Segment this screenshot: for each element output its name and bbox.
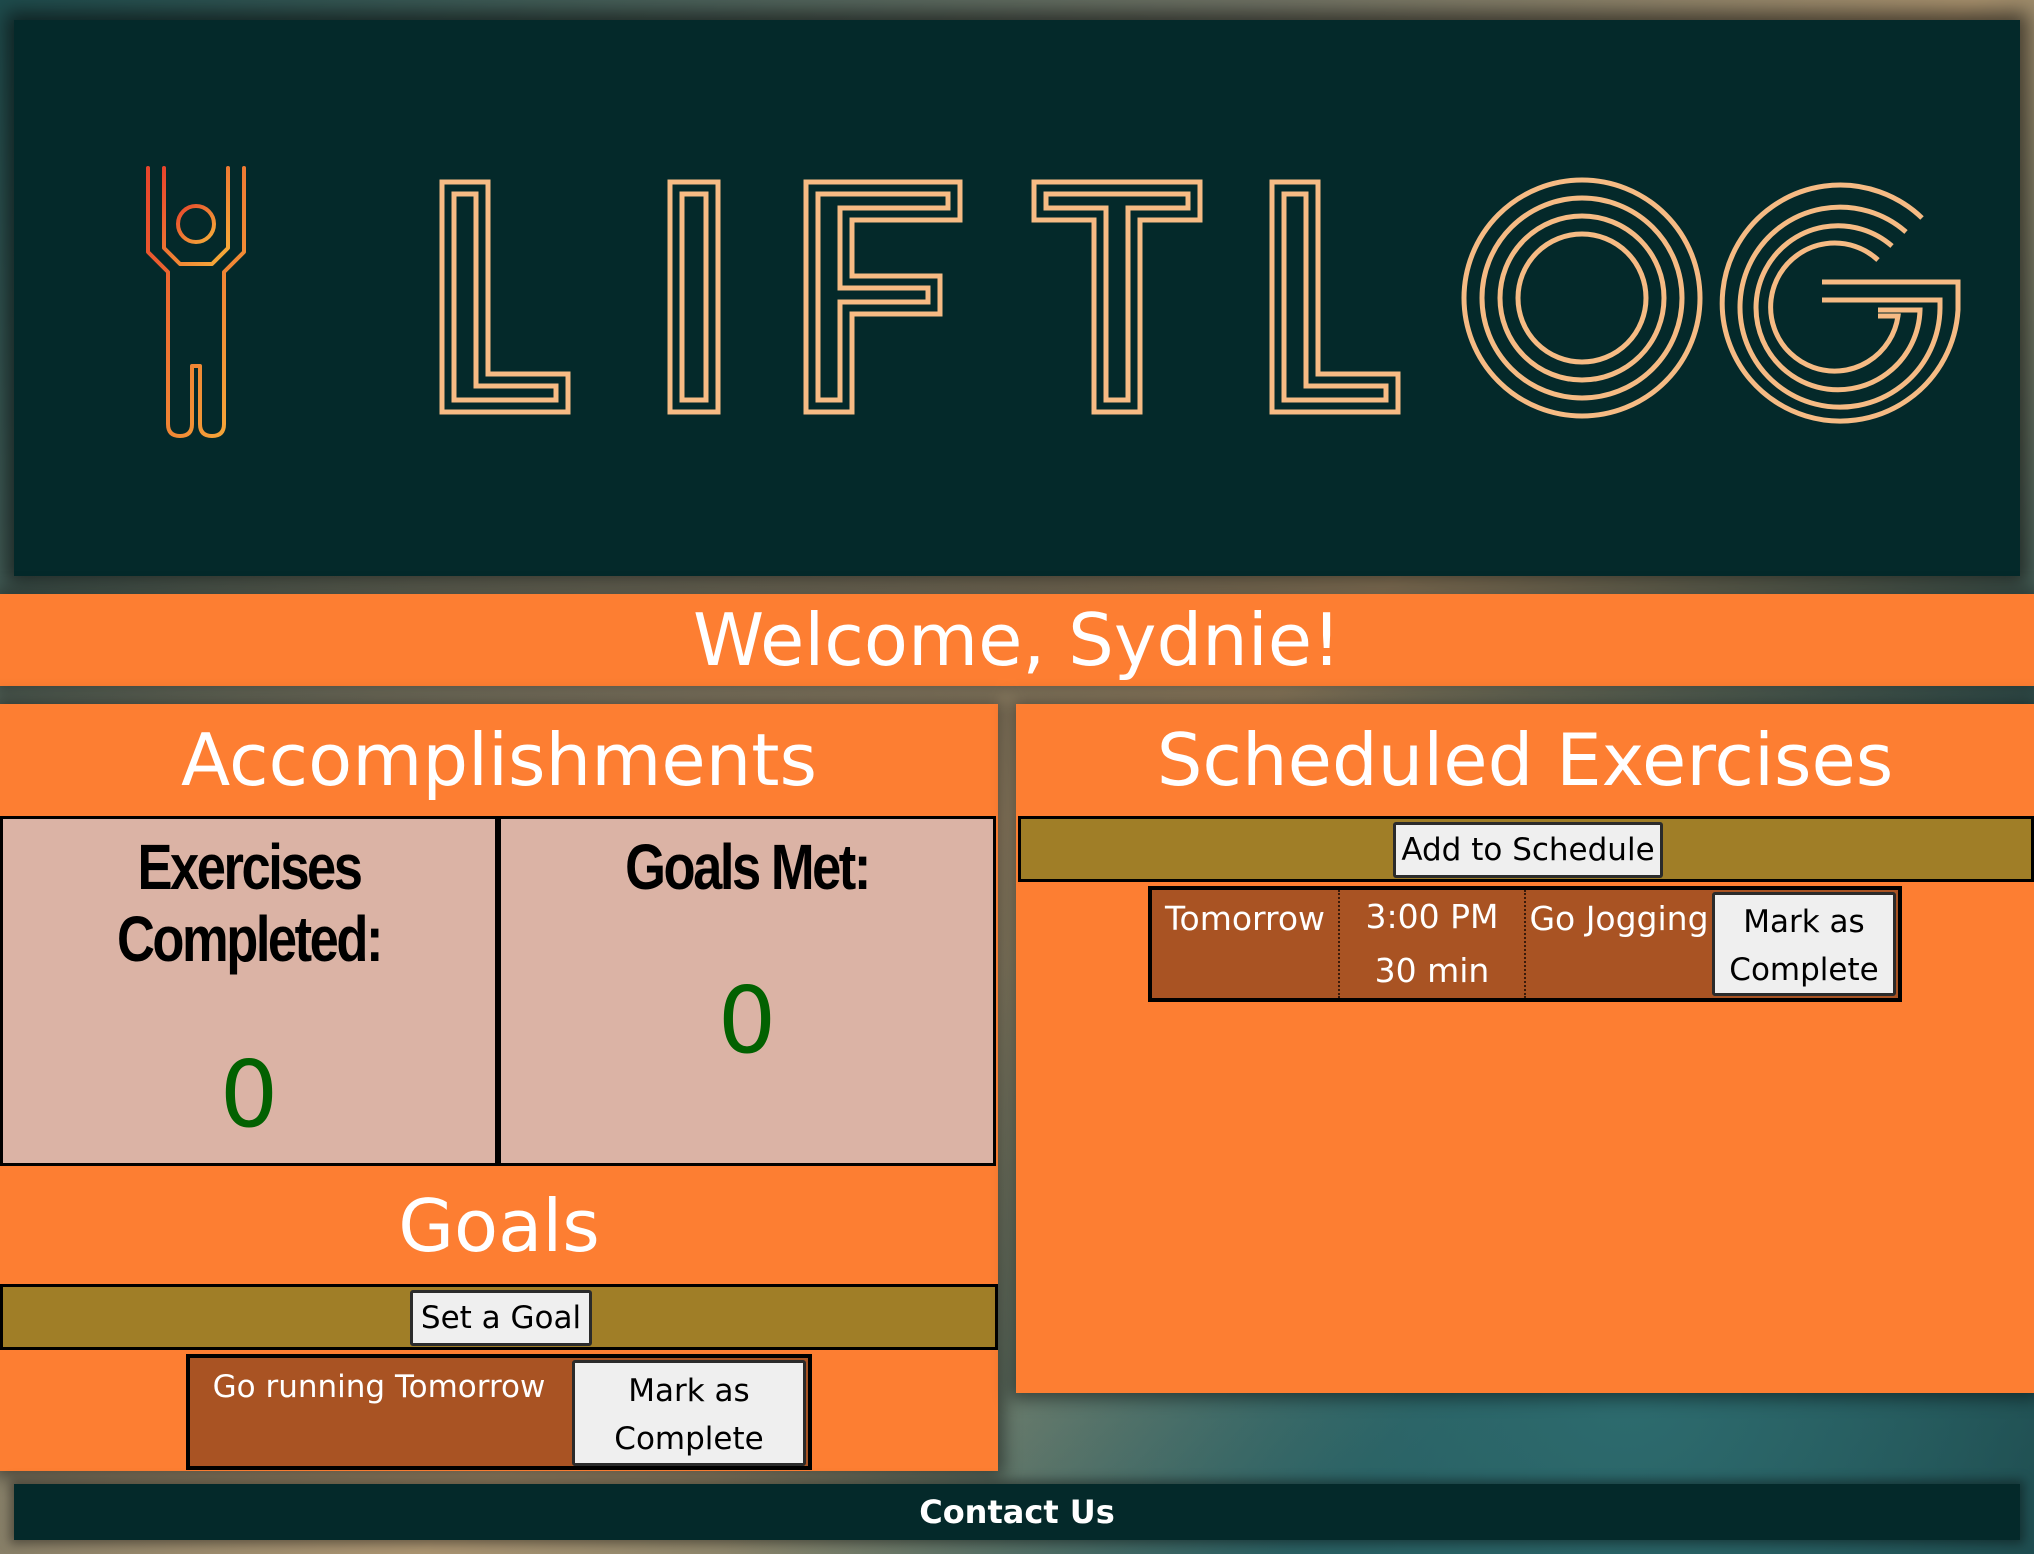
- contact-us-link[interactable]: Contact Us: [919, 1493, 1115, 1531]
- schedule-activity: Go Jogging: [1529, 899, 1709, 938]
- exercises-completed-label-line1: Exercises: [137, 831, 363, 903]
- liftlog-logo: [66, 166, 1961, 438]
- right-panel: Scheduled Exercises Add to Schedule Tomo…: [1016, 704, 2034, 1393]
- goal-mark-complete-line2: Complete: [614, 1421, 764, 1457]
- scheduled-exercises-title: Scheduled Exercises: [1156, 718, 1894, 802]
- goals-title: Goals: [398, 1184, 600, 1268]
- site-footer: Contact Us: [14, 1484, 2020, 1540]
- site-header: [14, 20, 2020, 576]
- accomplishments-title: Accomplishments: [180, 718, 817, 802]
- add-to-schedule-button[interactable]: Add to Schedule: [1393, 822, 1663, 878]
- left-panel: Accomplishments Exercises Completed: 0 G…: [0, 704, 998, 1471]
- exercises-completed-label-line2: Completed:: [116, 903, 383, 975]
- goal-mark-complete-button[interactable]: Mark as Complete: [572, 1360, 806, 1466]
- goal-mark-complete-line1: Mark as: [628, 1373, 750, 1409]
- exercises-completed-card: Exercises Completed: 0: [0, 816, 498, 1166]
- accomplishments-stats: Exercises Completed: 0 Goals Met: 0: [0, 816, 998, 1172]
- weightlifter-icon: [66, 166, 334, 438]
- schedule-mark-complete-line1: Mark as: [1743, 904, 1865, 940]
- schedule-time-cell: 3:00 PM 30 min: [1340, 890, 1526, 998]
- set-goal-button[interactable]: Set a Goal: [410, 1290, 592, 1346]
- schedule-duration: 30 min: [1374, 951, 1490, 990]
- schedule-time: 3:00 PM: [1365, 897, 1499, 936]
- wordmark: [439, 177, 1961, 424]
- goals-met-label: Goals Met:: [625, 831, 871, 903]
- welcome-banner: Welcome, Sydnie!: [0, 594, 2034, 686]
- schedule-mark-complete-line2: Complete: [1729, 952, 1879, 988]
- goal-row: Go running Tomorrow Mark as Complete: [186, 1354, 812, 1470]
- goals-toolbar: Set a Goal: [0, 1284, 998, 1350]
- schedule-row: Tomorrow 3:00 PM 30 min Go Jogging Mark …: [1148, 886, 1902, 1002]
- goals-met-card: Goals Met: 0: [498, 816, 996, 1166]
- goal-text: Go running Tomorrow: [212, 1369, 546, 1405]
- schedule-day: Tomorrow: [1152, 890, 1340, 998]
- exercises-completed-value: 0: [219, 1041, 279, 1148]
- goals-met-value: 0: [717, 967, 777, 1074]
- schedule-mark-complete-button[interactable]: Mark as Complete: [1712, 892, 1896, 996]
- schedule-toolbar: Add to Schedule: [1018, 816, 2034, 882]
